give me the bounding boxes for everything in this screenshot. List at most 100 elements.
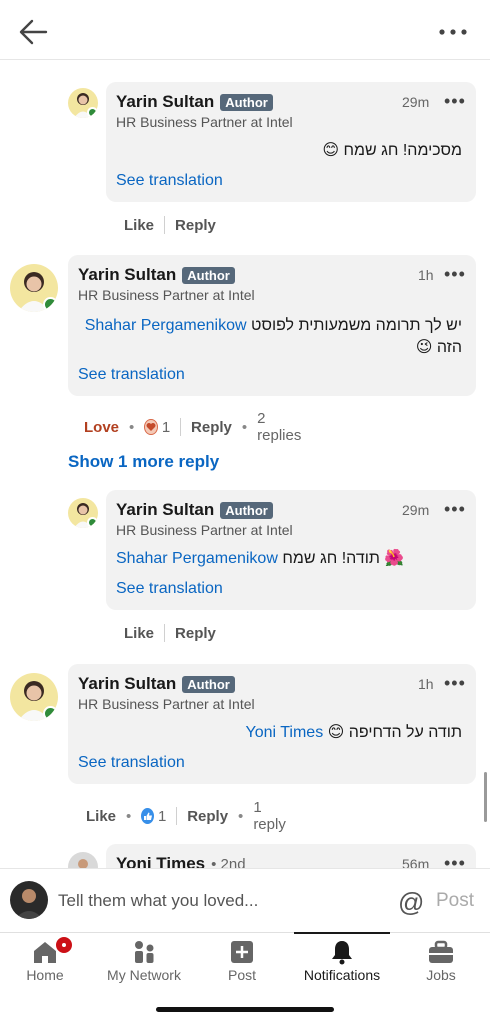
comment-text: מסכימה! חג שמח 😊 bbox=[322, 140, 462, 160]
tab-label: Post bbox=[227, 967, 256, 983]
commenter-name[interactable]: Yarin Sultan bbox=[78, 265, 176, 285]
commenter-headline: HR Business Partner at Intel bbox=[116, 522, 293, 538]
comment-more-icon[interactable]: ••• bbox=[444, 674, 466, 692]
heart-reaction-icon bbox=[144, 419, 158, 435]
replies-count-link[interactable]: 2 replies bbox=[257, 410, 304, 444]
dot-separator: • bbox=[241, 418, 248, 436]
comment-input[interactable]: Tell them what you loved... bbox=[58, 891, 258, 911]
scrollbar[interactable] bbox=[484, 772, 487, 822]
home-indicator[interactable] bbox=[156, 1007, 334, 1012]
avatar[interactable] bbox=[10, 264, 58, 312]
divider bbox=[180, 418, 182, 436]
comment-actions: Like Reply bbox=[124, 216, 216, 234]
see-translation-link[interactable]: See translation bbox=[78, 754, 185, 772]
thumbs-up-reaction-icon bbox=[141, 808, 155, 824]
plus-square-icon bbox=[231, 941, 253, 963]
see-translation-link[interactable]: See translation bbox=[78, 366, 185, 384]
reply-button[interactable]: Reply bbox=[175, 625, 216, 642]
mention-link[interactable]: Yoni Times bbox=[246, 724, 324, 741]
comment-time: 29m bbox=[402, 502, 430, 518]
reaction-count[interactable]: 1 bbox=[162, 419, 170, 436]
online-status-icon bbox=[87, 517, 98, 528]
like-button[interactable]: Like bbox=[86, 808, 116, 825]
mention-link[interactable]: Shahar Pergamenikow bbox=[116, 550, 278, 567]
bell-icon bbox=[332, 941, 352, 965]
reply-button[interactable]: Reply bbox=[175, 217, 216, 234]
avatar[interactable] bbox=[68, 498, 98, 528]
comment-bubble: Yarin Sultan Author 1h ••• HR Business P… bbox=[68, 664, 476, 784]
tab-label: Notifications bbox=[303, 967, 381, 983]
more-horizontal-icon[interactable] bbox=[438, 22, 468, 42]
tab-label: My Network bbox=[107, 967, 181, 983]
comment-text: יש לך תרומה משמעותית לפוסט Shahar Pergam… bbox=[85, 315, 462, 359]
smile-emoji-icon: 😊 bbox=[327, 724, 345, 741]
tab-post[interactable]: Post bbox=[212, 933, 272, 993]
comment-actions: Love • 1 Reply • 2 replies bbox=[84, 410, 304, 444]
dot-separator: • bbox=[126, 807, 132, 825]
commenter-headline: HR Business Partner at Intel bbox=[78, 287, 255, 303]
briefcase-icon bbox=[429, 940, 453, 963]
flower-emoji-icon: 🌺 bbox=[384, 550, 405, 567]
commenter-name[interactable]: Yarin Sultan bbox=[78, 674, 176, 694]
author-badge: Author bbox=[182, 675, 235, 693]
comment-bubble: Yarin Sultan Author 1h ••• HR Business P… bbox=[68, 255, 476, 396]
mention-link[interactable]: Shahar Pergamenikow bbox=[85, 317, 247, 334]
comment-bubble: Yarin Sultan Author 29m ••• HR Business … bbox=[106, 82, 476, 202]
comment-time: 29m bbox=[402, 94, 430, 110]
love-reaction-button[interactable]: Love bbox=[84, 419, 119, 436]
like-button[interactable]: Like bbox=[124, 625, 154, 642]
avatar[interactable] bbox=[10, 673, 58, 721]
divider bbox=[176, 807, 178, 825]
divider bbox=[164, 216, 166, 234]
tab-home[interactable]: Home bbox=[10, 933, 80, 993]
reply-button[interactable]: Reply bbox=[191, 419, 232, 436]
top-bar bbox=[0, 0, 490, 60]
dot-separator: • bbox=[129, 418, 135, 436]
comment-text-content: תודה! חג שמח bbox=[282, 550, 380, 567]
tab-notifications[interactable]: Notifications bbox=[294, 932, 390, 993]
like-button[interactable]: Like bbox=[124, 217, 154, 234]
comment-time: 1h bbox=[418, 676, 434, 692]
notification-badge-icon bbox=[54, 935, 74, 955]
commenter-name[interactable]: Yarin Sultan bbox=[116, 500, 214, 520]
comment-time: 1h bbox=[418, 267, 434, 283]
post-button[interactable]: Post bbox=[436, 890, 474, 912]
commenter-headline: HR Business Partner at Intel bbox=[78, 696, 255, 712]
reply-button[interactable]: Reply bbox=[187, 808, 228, 825]
author-badge: Author bbox=[220, 501, 273, 519]
comment-more-icon[interactable]: ••• bbox=[444, 500, 466, 518]
comment-actions: Like Reply bbox=[124, 624, 216, 642]
comment-text-content: תודה על הדחיפה bbox=[348, 724, 462, 741]
mention-at-icon[interactable]: @ bbox=[398, 887, 424, 918]
replies-count-link[interactable]: 1 reply bbox=[253, 799, 289, 833]
avatar[interactable] bbox=[68, 88, 98, 118]
comment-more-icon[interactable]: ••• bbox=[444, 92, 466, 110]
comment-composer: Tell them what you loved... @ Post bbox=[0, 868, 490, 932]
comment-actions: Like • 1 Reply • 1 reply bbox=[86, 799, 289, 833]
tab-label: Home bbox=[26, 967, 64, 983]
tab-jobs[interactable]: Jobs bbox=[408, 933, 474, 993]
reaction-count[interactable]: 1 bbox=[158, 808, 166, 825]
smile-emoji-icon: 😊 bbox=[322, 142, 340, 159]
show-more-replies-button[interactable]: Show 1 more reply bbox=[68, 452, 219, 472]
comment-text: תודה על הדחיפה 😊 Yoni Times bbox=[246, 722, 462, 742]
comment-text-content: מסכימה! חג שמח bbox=[343, 142, 462, 159]
wink-emoji-icon: 😉 bbox=[415, 339, 433, 356]
tab-label: Jobs bbox=[426, 967, 456, 983]
tab-my-network[interactable]: My Network bbox=[98, 933, 190, 993]
dot-separator: • bbox=[238, 807, 244, 825]
see-translation-link[interactable]: See translation bbox=[116, 580, 223, 598]
see-translation-link[interactable]: See translation bbox=[116, 172, 223, 190]
divider bbox=[164, 624, 166, 642]
comment-bubble: Yarin Sultan Author 29m ••• HR Business … bbox=[106, 490, 476, 610]
comment-text-line1: יש לך תרומה משמעותית לפוסט bbox=[251, 317, 462, 334]
commenter-name[interactable]: Yarin Sultan bbox=[116, 92, 214, 112]
comment-more-icon[interactable]: ••• bbox=[444, 265, 466, 283]
online-status-icon bbox=[87, 107, 98, 118]
commenter-headline: HR Business Partner at Intel bbox=[116, 114, 293, 130]
arrow-left-icon[interactable] bbox=[18, 18, 48, 46]
author-badge: Author bbox=[182, 266, 235, 284]
comment-text: 🌺 תודה! חג שמח Shahar Pergamenikow bbox=[116, 548, 404, 568]
comment-text-line2: הזה bbox=[436, 339, 462, 356]
online-status-icon bbox=[43, 706, 58, 721]
